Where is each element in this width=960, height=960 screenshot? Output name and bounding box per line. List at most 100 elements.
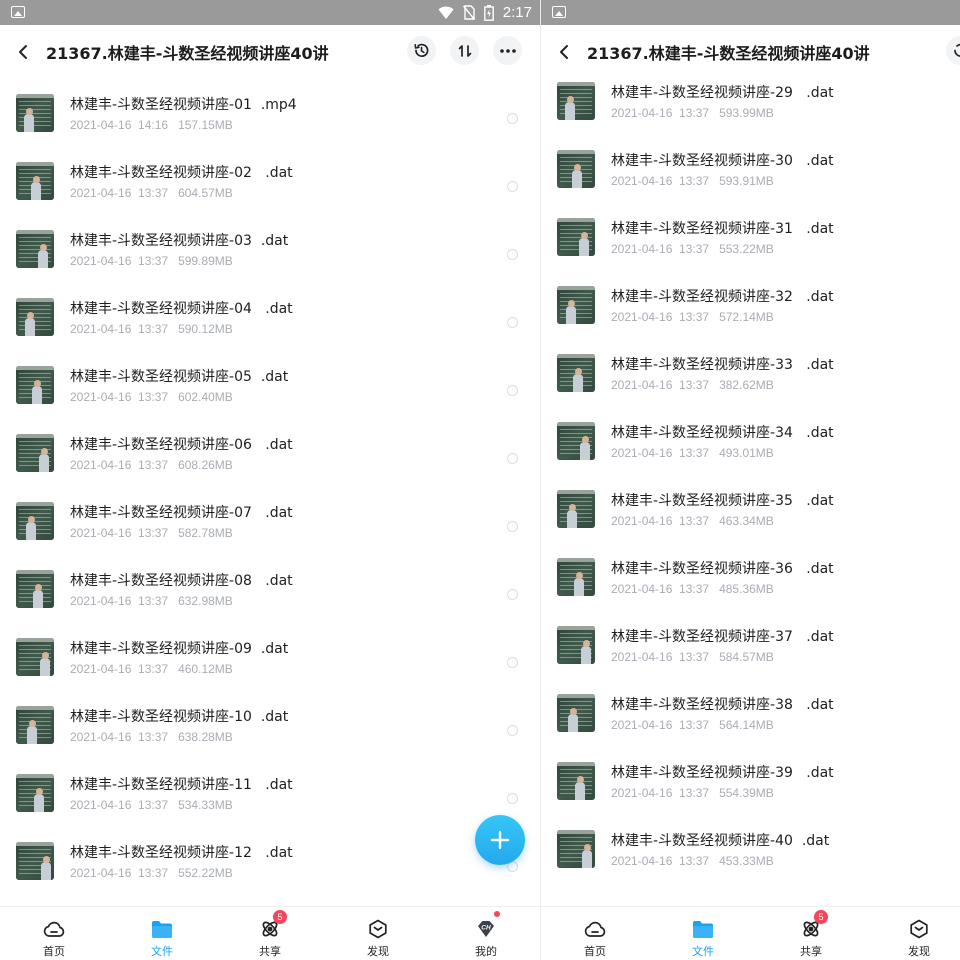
file-row[interactable]: 林建丰-斗数圣经视频讲座-39 .dat 2021-04-16 13:37 554… xyxy=(541,741,960,809)
file-row[interactable]: 林建丰-斗数圣经视频讲座-38 .dat 2021-04-16 13:37 564… xyxy=(541,673,960,741)
video-thumbnail xyxy=(557,694,595,732)
file-row[interactable]: 林建丰-斗数圣经视频讲座-30 .dat 2021-04-16 13:37 593… xyxy=(541,129,960,197)
select-radio[interactable] xyxy=(507,113,518,124)
select-radio[interactable] xyxy=(507,793,518,804)
bottom-nav: 首页 文件 共享 5 发现 CH 我的 xyxy=(0,906,540,960)
thumbnail-lecturer-head xyxy=(26,312,34,319)
file-name: 林建丰-斗数圣经视频讲座-36 .dat xyxy=(611,561,834,577)
file-meta: 2021-04-16 14:16 157.15MB xyxy=(70,118,233,132)
video-thumbnail xyxy=(557,830,595,868)
video-thumbnail xyxy=(16,842,54,880)
file-meta: 2021-04-16 13:37 632.98MB xyxy=(70,594,233,608)
thumbnail-lecturer xyxy=(579,238,589,256)
thumbnail-frame xyxy=(16,570,54,574)
file-row[interactable]: 林建丰-斗数圣经视频讲座-04 .dat 2021-04-16 13:37 590… xyxy=(0,283,540,351)
nav-item-folder[interactable]: 文件 xyxy=(649,907,757,960)
file-row[interactable]: 林建丰-斗数圣经视频讲座-10 .dat 2021-04-16 13:37 638… xyxy=(0,691,540,759)
select-radio[interactable] xyxy=(507,317,518,328)
file-name: 林建丰-斗数圣经视频讲座-02 .dat xyxy=(70,165,293,181)
sort-button[interactable] xyxy=(450,36,479,65)
select-radio[interactable] xyxy=(507,385,518,396)
file-row[interactable]: 林建丰-斗数圣经视频讲座-37 .dat 2021-04-16 13:37 584… xyxy=(541,605,960,673)
thumbnail-frame xyxy=(557,558,595,562)
file-meta: 2021-04-16 13:37 584.57MB xyxy=(611,650,774,664)
file-meta: 2021-04-16 13:37 493.01MB xyxy=(611,446,774,460)
file-row[interactable]: 林建丰-斗数圣经视频讲座-33 .dat 2021-04-16 13:37 382… xyxy=(541,333,960,401)
file-row[interactable]: 林建丰-斗数圣经视频讲座-34 .dat 2021-04-16 13:37 493… xyxy=(541,401,960,469)
file-row[interactable]: 林建丰-斗数圣经视频讲座-32 .dat 2021-04-16 13:37 572… xyxy=(541,265,960,333)
select-radio[interactable] xyxy=(507,657,518,668)
file-meta: 2021-04-16 13:37 460.12MB xyxy=(70,662,233,676)
nav-item-profile[interactable]: CH 我的 xyxy=(432,907,540,960)
file-meta: 2021-04-16 13:37 590.12MB xyxy=(70,322,233,336)
add-button[interactable] xyxy=(475,815,525,865)
file-row[interactable]: 林建丰-斗数圣经视频讲座-40 .dat 2021-04-16 13:37 453… xyxy=(541,809,960,877)
video-thumbnail xyxy=(557,422,595,460)
nav-label: 首页 xyxy=(43,945,65,958)
file-row[interactable]: 林建丰-斗数圣经视频讲座-05 .dat 2021-04-16 13:37 602… xyxy=(0,351,540,419)
back-button[interactable] xyxy=(0,25,46,79)
file-name: 林建丰-斗数圣经视频讲座-31 .dat xyxy=(611,221,834,237)
nav-item-home-cloud[interactable]: 首页 xyxy=(0,907,108,960)
thumbnail-lecturer-head xyxy=(34,584,42,591)
file-name: 林建丰-斗数圣经视频讲座-12 .dat xyxy=(70,845,293,861)
status-bar xyxy=(541,0,960,25)
history-icon xyxy=(414,43,429,57)
nav-item-share[interactable]: 共享 5 xyxy=(757,907,865,960)
nav-label: 我的 xyxy=(475,945,497,958)
nav-item-home-cloud[interactable]: 首页 xyxy=(541,907,649,960)
thumbnail-lecturer xyxy=(565,102,575,120)
nav-item-discover[interactable]: 发现 xyxy=(865,907,960,960)
file-row[interactable]: 林建丰-斗数圣经视频讲座-09 .dat 2021-04-16 13:37 460… xyxy=(0,623,540,691)
select-radio[interactable] xyxy=(507,453,518,464)
select-radio[interactable] xyxy=(507,521,518,532)
more-button[interactable] xyxy=(493,36,522,65)
video-thumbnail xyxy=(16,434,54,472)
file-meta: 2021-04-16 13:37 553.22MB xyxy=(611,242,774,256)
video-thumbnail xyxy=(16,774,54,812)
video-thumbnail xyxy=(16,94,54,132)
thumbnail-lecturer xyxy=(39,454,49,472)
file-row[interactable]: 林建丰-斗数圣经视频讲座-02 .dat 2021-04-16 13:37 604… xyxy=(0,147,540,215)
select-radio[interactable] xyxy=(507,181,518,192)
thumbnail-lecturer-head xyxy=(33,380,41,387)
thumbnail-lecturer-head xyxy=(568,504,576,511)
file-row[interactable]: 林建丰-斗数圣经视频讲座-03 .dat 2021-04-16 13:37 599… xyxy=(0,215,540,283)
nav-item-discover[interactable]: 发现 xyxy=(324,907,432,960)
file-row[interactable]: 林建丰-斗数圣经视频讲座-35 .dat 2021-04-16 13:37 463… xyxy=(541,469,960,537)
bottom-nav: 首页 文件 共享 5 发现 xyxy=(541,906,960,960)
nav-item-share[interactable]: 共享 5 xyxy=(216,907,324,960)
select-radio[interactable] xyxy=(507,249,518,260)
file-row[interactable]: 林建丰-斗数圣经视频讲座-08 .dat 2021-04-16 13:37 632… xyxy=(0,555,540,623)
home-cloud-icon xyxy=(43,918,65,940)
file-meta: 2021-04-16 13:37 608.26MB xyxy=(70,458,233,472)
file-meta: 2021-04-16 13:37 599.89MB xyxy=(70,254,233,268)
select-radio[interactable] xyxy=(507,725,518,736)
chevron-left-icon xyxy=(19,45,27,59)
file-row[interactable]: 林建丰-斗数圣经视频讲座-29 .dat 2021-04-16 13:37 593… xyxy=(541,61,960,129)
file-name: 林建丰-斗数圣经视频讲座-03 .dat xyxy=(70,233,289,249)
thumbnail-frame xyxy=(16,706,54,710)
file-list: 林建丰-斗数圣经视频讲座-29 .dat 2021-04-16 13:37 593… xyxy=(541,79,960,877)
video-thumbnail xyxy=(16,706,54,744)
video-thumbnail xyxy=(557,490,595,528)
nav-item-folder[interactable]: 文件 xyxy=(108,907,216,960)
file-name: 林建丰-斗数圣经视频讲座-01 .mp4 xyxy=(70,97,297,113)
select-radio[interactable] xyxy=(507,589,518,600)
thumbnail-lecturer-head xyxy=(42,856,50,863)
file-row[interactable]: 林建丰-斗数圣经视频讲座-11 .dat 2021-04-16 13:37 534… xyxy=(0,759,540,827)
file-row[interactable]: 林建丰-斗数圣经视频讲座-06 .dat 2021-04-16 13:37 608… xyxy=(0,419,540,487)
thumbnail-lecturer xyxy=(40,658,50,676)
profile-icon: CH xyxy=(475,918,497,940)
file-row[interactable]: 林建丰-斗数圣经视频讲座-12 .dat 2021-04-16 13:37 552… xyxy=(0,827,540,895)
file-name: 林建丰-斗数圣经视频讲座-34 .dat xyxy=(611,425,834,441)
file-row[interactable]: 林建丰-斗数圣经视频讲座-31 .dat 2021-04-16 13:37 553… xyxy=(541,197,960,265)
file-row[interactable]: 林建丰-斗数圣经视频讲座-07 .dat 2021-04-16 13:37 582… xyxy=(0,487,540,555)
thumbnail-lecturer xyxy=(575,782,585,800)
thumbnail-lecturer-head xyxy=(25,108,33,115)
file-row[interactable]: 林建丰-斗数圣经视频讲座-01 .mp4 2021-04-16 14:16 157… xyxy=(0,79,540,147)
file-row[interactable]: 林建丰-斗数圣经视频讲座-36 .dat 2021-04-16 13:37 485… xyxy=(541,537,960,605)
history-button[interactable] xyxy=(407,36,436,65)
thumbnail-frame xyxy=(557,82,595,86)
file-meta: 2021-04-16 13:37 604.57MB xyxy=(70,186,233,200)
